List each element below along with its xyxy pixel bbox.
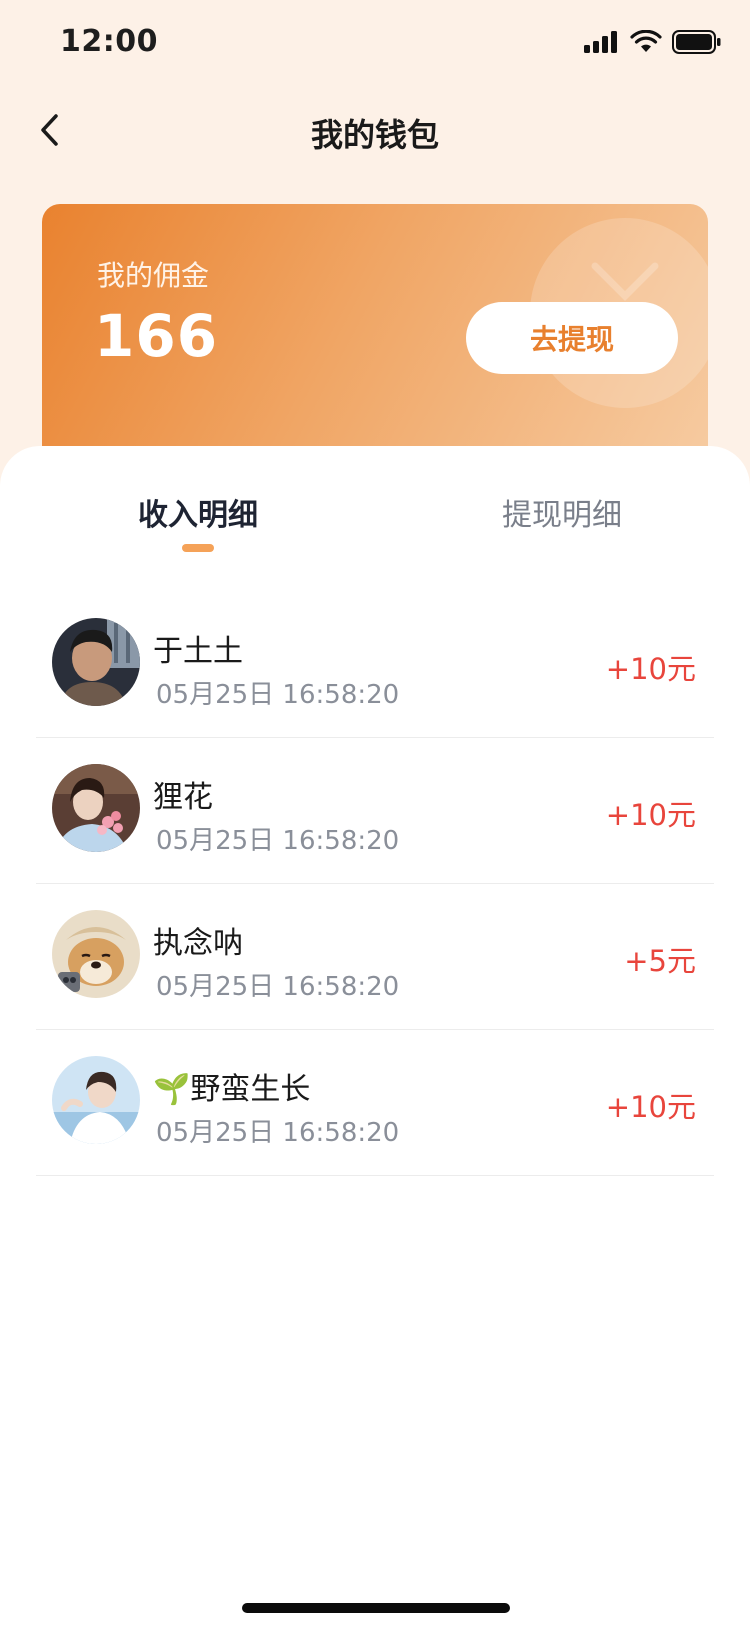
avatar bbox=[52, 910, 140, 998]
list-item[interactable]: 🌱野蛮生长 05月25日 16:58:20 +10元 bbox=[36, 1030, 714, 1176]
record-tabs: 收入明细 提现明细 bbox=[0, 446, 750, 566]
item-name: 狸花 bbox=[153, 780, 213, 815]
wifi-icon bbox=[630, 30, 662, 52]
item-amount: +5元 bbox=[624, 944, 696, 978]
item-time: 05月25日 16:58:20 bbox=[156, 972, 400, 1002]
item-amount: +10元 bbox=[605, 1090, 696, 1124]
list-item[interactable]: 狸花 05月25日 16:58:20 +10元 bbox=[36, 738, 714, 884]
wallet-card: 我的佣金 166 去提现 bbox=[42, 204, 708, 464]
tab-income-details[interactable]: 收入明细 bbox=[138, 490, 258, 534]
avatar bbox=[52, 764, 140, 852]
commission-label: 我的佣金 bbox=[97, 259, 210, 292]
avatar bbox=[52, 618, 140, 706]
signal-icon bbox=[584, 31, 617, 53]
withdraw-button[interactable]: 去提现 bbox=[466, 302, 678, 374]
item-name: 于土土 bbox=[153, 634, 243, 669]
status-icons bbox=[584, 30, 722, 54]
records-panel: 收入明细 提现明细 于土土 05月25日 16:58:20 +10元 狸花 05… bbox=[0, 446, 750, 1632]
avatar bbox=[52, 1056, 140, 1144]
income-list: 于土土 05月25日 16:58:20 +10元 狸花 05月25日 16:58… bbox=[0, 592, 750, 1176]
item-name: 执念呐 bbox=[153, 926, 243, 961]
list-item[interactable]: 于土土 05月25日 16:58:20 +10元 bbox=[36, 592, 714, 738]
page-title: 我的钱包 bbox=[310, 116, 439, 154]
item-name: 🌱野蛮生长 bbox=[153, 1072, 311, 1107]
list-item[interactable]: 执念呐 05月25日 16:58:20 +5元 bbox=[36, 884, 714, 1030]
status-bar: 12:00 bbox=[0, 0, 750, 88]
item-time: 05月25日 16:58:20 bbox=[156, 680, 400, 710]
battery-icon bbox=[672, 30, 721, 54]
home-indicator bbox=[242, 1603, 510, 1613]
nav-bar: 我的钱包 bbox=[0, 88, 750, 176]
item-amount: +10元 bbox=[605, 798, 696, 832]
status-time: 12:00 bbox=[60, 24, 158, 59]
active-tab-indicator bbox=[182, 544, 214, 552]
tab-withdraw-details[interactable]: 提现明细 bbox=[502, 490, 622, 534]
commission-amount: 166 bbox=[94, 302, 219, 370]
item-time: 05月25日 16:58:20 bbox=[156, 826, 400, 856]
item-amount: +10元 bbox=[605, 652, 696, 686]
item-time: 05月25日 16:58:20 bbox=[156, 1118, 400, 1148]
